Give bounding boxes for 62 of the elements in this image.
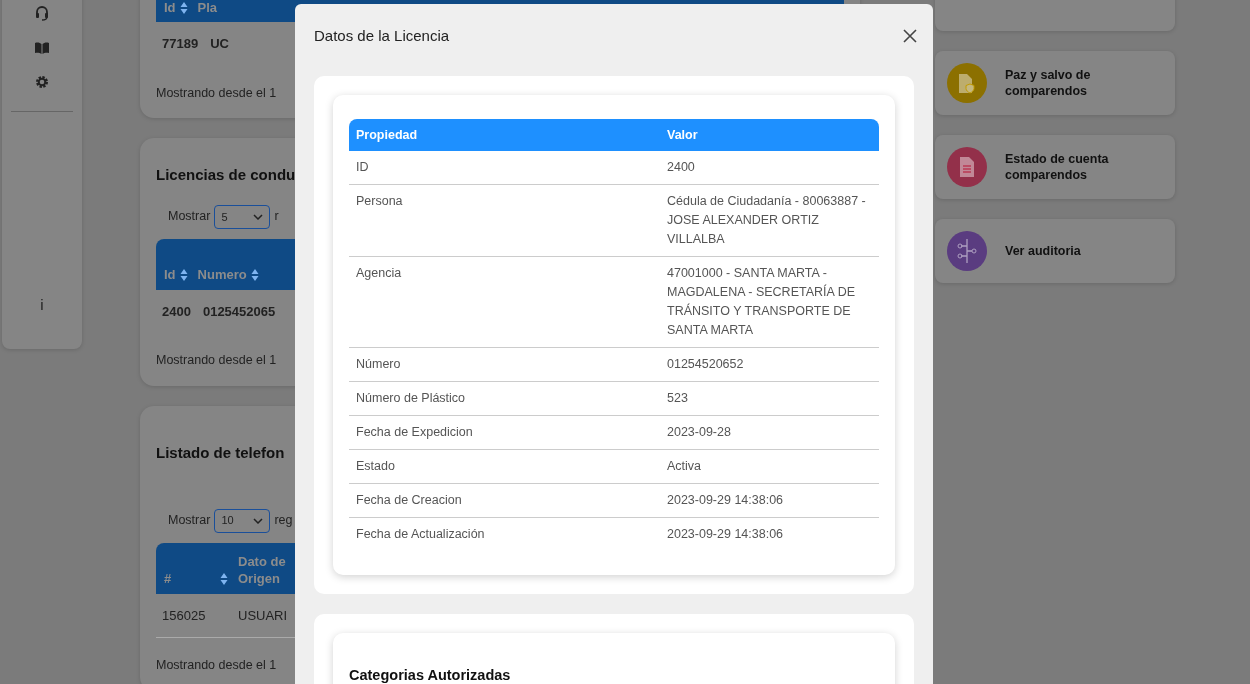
property-cell-text: Agencia — [355, 265, 403, 282]
action-card[interactable]: Ver auditoria — [935, 219, 1175, 283]
property-cell-text: ID — [355, 159, 370, 176]
value-cell-text: Activa — [667, 458, 703, 475]
column-header[interactable]: Dato de Origen — [238, 553, 294, 588]
value-cell-text: 523 — [667, 390, 689, 407]
action-label: Ver auditoria — [1005, 242, 1082, 260]
info-icon[interactable]: i — [40, 294, 44, 317]
settings-icon[interactable] — [35, 75, 49, 89]
chevron-icon — [253, 517, 264, 524]
action-card[interactable]: Paz y salvo de comparendos — [935, 51, 1175, 115]
action-label: Estado de cuenta comparendos — [1005, 150, 1110, 184]
card-title: Licencias de condu — [156, 165, 296, 186]
section-title: Categorias Autorizadas — [349, 666, 512, 684]
value-cell-text: 2023-09-28 — [667, 424, 732, 441]
column-header[interactable]: Id — [164, 266, 176, 284]
modal-title: Datos de la Licencia — [314, 25, 450, 46]
table-cell-text: 0125452065 — [202, 302, 276, 321]
table-cell-text: 77189 — [162, 35, 199, 53]
action-label: Paz y salvo de comparendos — [1005, 66, 1092, 100]
property-cell-text: Fecha de Expedicion — [355, 424, 474, 441]
table-footer-text: Mostrando desde el 1 — [156, 657, 277, 674]
table-cell-text: UC — [210, 35, 229, 53]
value-cell-text: Cédula de Ciudadanía - 80063887 - JOSE ALEXANDER ORTIZ VILLALBA — [667, 193, 867, 248]
table-footer-text: Mostrando desde el 1 — [156, 352, 277, 370]
column-header: Propiedad — [355, 126, 419, 144]
property-cell-text: Persona — [355, 193, 404, 210]
action-card[interactable]: Estado de cuenta comparendos — [935, 135, 1175, 199]
column-header[interactable]: # — [164, 570, 216, 588]
page-size-select[interactable]: 5 — [214, 204, 271, 229]
table-footer-text: Mostrando desde el 1 — [156, 84, 277, 102]
show-label: Mostrar — [168, 208, 211, 226]
value-cell-text: 2023-09-29 14:38:06 — [667, 526, 785, 543]
sort-icon — [179, 268, 188, 283]
column-header[interactable]: Pla — [197, 0, 218, 17]
property-cell-text: Fecha de Creacion — [355, 492, 463, 509]
column-header[interactable]: Numero — [197, 266, 247, 284]
show-label: r — [274, 208, 279, 226]
page-size-select[interactable]: 10 — [214, 508, 271, 533]
column-header[interactable]: Id — [164, 0, 176, 17]
table-cell-text: USUARI — [238, 606, 288, 625]
table-cell-text: 2400 — [162, 302, 191, 321]
value-cell-text: 2023-09-29 14:38:06 — [667, 492, 785, 509]
show-label: Mostrar — [168, 512, 211, 530]
sort-icon — [220, 572, 228, 587]
property-cell-text: Número — [355, 356, 402, 373]
close-icon — [902, 28, 918, 44]
value-cell-text: 01254520652 — [667, 356, 745, 373]
show-label: reg — [274, 512, 293, 530]
headset-icon[interactable] — [34, 5, 50, 21]
property-cell-text: Fecha de Actualización — [355, 526, 486, 543]
chevron-icon — [253, 213, 264, 220]
property-cell-text: Número de Plástico — [355, 390, 467, 407]
sort-icon — [250, 268, 259, 283]
table-cell-text: 156025 — [162, 606, 207, 625]
value-cell-text: 2400 — [667, 159, 696, 176]
sort-icon — [179, 1, 188, 15]
card-title: Listado de telefon — [156, 443, 285, 463]
column-header: Valor — [667, 126, 699, 144]
value-cell-text: 47001000 - SANTA MARTA - MAGDALENA - SECRETARÍA DE TRÁNSITO Y TRANSPORTE DE SANTA MARTA — [667, 265, 856, 339]
property-cell-text: Estado — [355, 458, 396, 475]
book-icon[interactable] — [34, 41, 50, 55]
